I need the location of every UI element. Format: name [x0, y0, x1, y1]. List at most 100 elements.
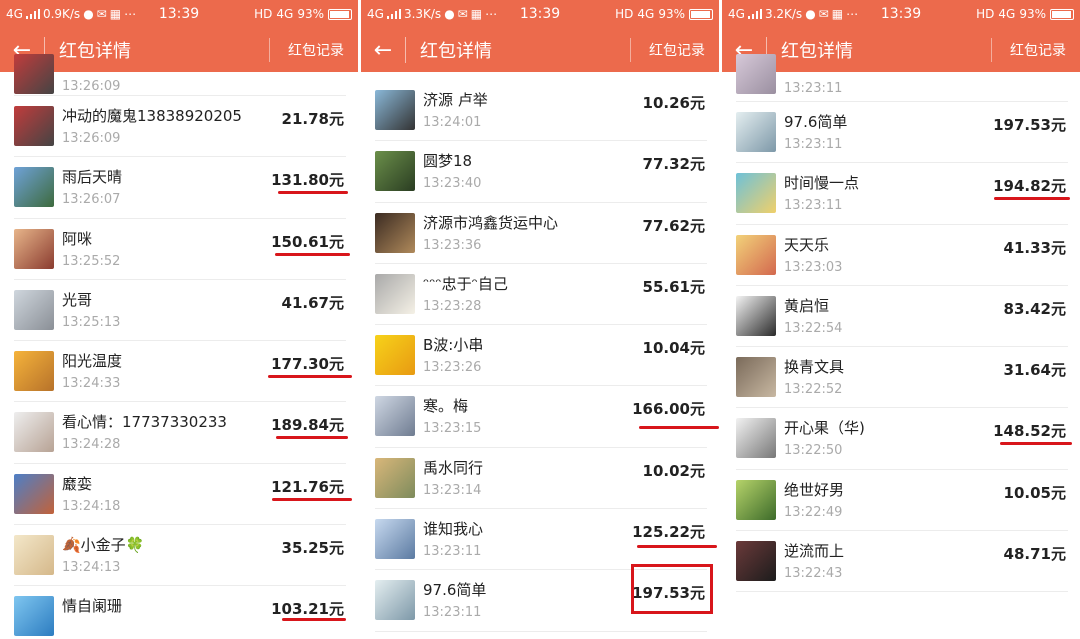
avatar: [14, 473, 54, 514]
avatar: [375, 519, 415, 560]
item-time: 13:22:50: [784, 443, 843, 459]
list-item[interactable]: 黄启恒 13:22:54 83.42元: [736, 286, 1068, 348]
avatar: [736, 54, 776, 94]
list-item[interactable]: B波:小串 13:23:26 10.04元: [375, 325, 707, 387]
battery-percent: 93%: [1019, 7, 1046, 21]
avatar: [375, 90, 415, 130]
item-amount: 10.04元: [642, 339, 705, 358]
list-item[interactable]: 换青文具 13:22:52 31.64元: [736, 347, 1068, 409]
avatar: [375, 151, 415, 192]
item-time: 13:22:54: [784, 320, 843, 336]
avatar: [736, 295, 776, 336]
list-item-partial[interactable]: 13:26:09: [14, 54, 346, 96]
page-title: 红包详情: [59, 41, 131, 62]
item-amount: 103.21元: [271, 600, 344, 619]
list-item[interactable]: 阿咪 13:25:52 150.61元: [14, 219, 350, 280]
net-4g-label: 4G: [998, 7, 1016, 21]
list-item[interactable]: ᵔᵔᵔ忠于ᵔ自己 13:23:28 55.61元: [375, 264, 707, 326]
list-item[interactable]: 寒。梅 13:23:15 166.00元: [375, 386, 719, 448]
highlight-underline: [268, 375, 352, 379]
item-name: 黀娈: [62, 474, 93, 493]
highlight-underline: [639, 426, 719, 430]
item-amount: 77.32元: [642, 155, 705, 174]
app-bar: ← 红包详情 红包记录: [361, 28, 719, 72]
item-time: 13:25:13: [62, 314, 121, 330]
list-item[interactable]: 天天乐 13:23:03 41.33元: [736, 225, 1068, 286]
item-time: 13:24:28: [62, 437, 121, 453]
avatar: [375, 335, 415, 376]
item-amount: 10.26元: [642, 94, 705, 112]
avatar: [736, 479, 776, 520]
item-amount: 121.76元: [271, 477, 344, 496]
list-item[interactable]: 逆流而上 13:22:43 48.71元: [736, 531, 1068, 593]
hd-label: HD: [976, 7, 995, 21]
list-item[interactable]: 黀娈 13:24:18 121.76元: [14, 464, 352, 526]
item-name: 济源市鸿鑫货运中心: [423, 213, 559, 232]
list-item[interactable]: 禹水同行 13:23:14 10.02元: [375, 448, 707, 510]
item-name: 冲动的魔鬼13838920205: [62, 107, 242, 125]
highlight-underline: [1000, 442, 1072, 446]
list-item[interactable]: 97.6简单 13:23:11 197.53元: [375, 564, 713, 632]
item-name: 🍂小金子🍀: [62, 536, 145, 555]
list-item-partial[interactable]: 13:23:11: [736, 54, 1068, 102]
item-name: 情自阑珊: [62, 597, 123, 616]
item-time: 13:24:13: [62, 560, 121, 576]
list-item[interactable]: 阳光温度 13:24:33 177.30元: [14, 341, 352, 403]
list-item[interactable]: 济源市鸿鑫货运中心 13:23:36 77.62元: [375, 203, 707, 264]
item-amount: 131.80元: [271, 171, 344, 190]
network-speed: 3.2K/s: [764, 7, 803, 21]
mail-icon: ✉: [818, 7, 829, 21]
item-name: 绝世好男: [784, 480, 845, 499]
red-packet-list[interactable]: 13:26:09 冲动的魔鬼13838920205 13:26:09 21.78元…: [0, 54, 358, 639]
item-amount: 150.61元: [271, 232, 344, 251]
red-packet-list[interactable]: 济源 卢举 13:24:01 10.26元 圆梦18 13:23:40 77.32元…: [361, 80, 719, 632]
item-name: 逆流而上: [784, 542, 845, 561]
list-item[interactable]: 绝世好男 13:22:49 10.05元: [736, 470, 1068, 532]
item-amount: 48.71元: [1003, 545, 1066, 564]
back-button[interactable]: ←: [361, 28, 405, 72]
item-time: 13:23:11: [784, 81, 843, 96]
battery-icon: [1050, 8, 1074, 20]
phone-screen-2: 4G 3.3K/s ● ✉ ▦ ⋯ 13:39 HD 4G 93% ← 红包详情…: [361, 0, 719, 639]
item-name: 谁知我心: [423, 520, 484, 539]
avatar: [736, 173, 776, 214]
list-item[interactable]: 97.6简单 13:23:11 197.53元: [736, 102, 1068, 164]
list-item[interactable]: 圆梦18 13:23:40 77.32元: [375, 141, 707, 203]
item-name: 济源 卢举: [423, 91, 488, 109]
list-item[interactable]: 🍂小金子🍀 13:24:13 35.25元: [14, 525, 346, 587]
list-item[interactable]: 时间慢一点 13:23:11 194.82元: [736, 163, 1070, 225]
item-name: 97.6简单: [784, 113, 848, 131]
item-amount: 177.30元: [271, 355, 344, 374]
list-item[interactable]: 济源 卢举 13:24:01 10.26元: [375, 80, 707, 142]
list-item[interactable]: 谁知我心 13:23:11 125.22元: [375, 509, 717, 571]
network-type: 4G: [367, 7, 384, 21]
list-item[interactable]: 冲动的魔鬼13838920205 13:26:09 21.78元: [14, 96, 346, 158]
record-button[interactable]: 红包记录: [288, 40, 344, 60]
item-time: 13:23:36: [423, 237, 482, 253]
highlight-underline: [275, 252, 350, 256]
list-item[interactable]: 开心果（华) 13:22:50 148.52元: [736, 408, 1072, 470]
record-button[interactable]: 红包记录: [1010, 40, 1066, 60]
item-name: 天天乐: [784, 235, 830, 254]
signal-icon: [25, 9, 40, 19]
item-time: 13:23:28: [423, 298, 482, 314]
chat-icon: ●: [83, 7, 94, 21]
mail-icon: ✉: [457, 7, 468, 21]
item-name: 时间慢一点: [784, 174, 860, 193]
battery-percent: 93%: [658, 7, 685, 21]
list-item[interactable]: 光哥 13:25:13 41.67元: [14, 280, 346, 342]
signal-icon: [386, 9, 401, 19]
red-packet-list[interactable]: 13:23:11 97.6简单 13:23:11 197.53元 时间慢一点 13:…: [722, 54, 1080, 593]
list-item[interactable]: 看心情：17737330233 13:24:28 189.84元: [14, 402, 348, 464]
list-item[interactable]: 雨后天晴 13:26:07 131.80元: [14, 157, 348, 219]
avatar: [14, 54, 54, 94]
item-name: 雨后天晴: [62, 168, 123, 187]
status-bar: 4G 3.2K/s ● ✉ ▦ ⋯ 13:39 HD 4G 93%: [722, 0, 1080, 28]
item-amount: 166.00元: [632, 400, 705, 419]
record-button[interactable]: 红包记录: [649, 40, 705, 60]
highlight-underline: [272, 497, 352, 501]
avatar: [14, 228, 54, 269]
page-title: 红包详情: [420, 41, 492, 62]
list-item[interactable]: 情自阑珊 103.21元: [14, 586, 346, 639]
hd-label: HD: [254, 7, 273, 21]
